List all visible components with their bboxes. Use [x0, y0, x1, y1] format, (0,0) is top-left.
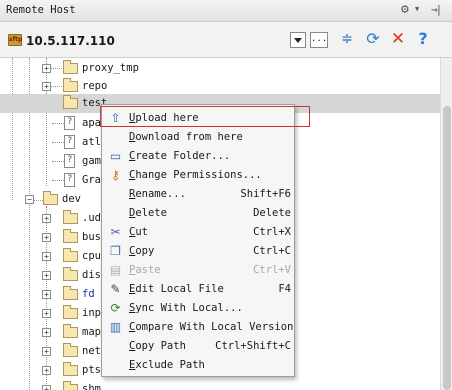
tree-label: cpu	[82, 250, 101, 262]
expand-icon[interactable]: +	[42, 366, 51, 375]
paste-icon: ▤	[109, 263, 122, 277]
menu-item-rename[interactable]: Rename... Shift+F6	[103, 185, 293, 204]
folder-icon	[63, 286, 78, 300]
edit-icon: ✎	[110, 282, 121, 296]
tree-label: dev	[62, 193, 81, 205]
menu-item-change-permissions[interactable]: ⚷ Change Permissions...	[103, 166, 293, 185]
copy-icon: ❐	[110, 244, 121, 258]
compare-icon: ▥	[109, 320, 122, 334]
host-name: 10.5.117.110	[26, 34, 115, 48]
scrollbar-thumb[interactable]	[443, 106, 451, 390]
menu-item-compare-with-local-version[interactable]: ▥ Compare With Local Version	[103, 318, 294, 337]
hide-panel-icon[interactable]: →|	[431, 3, 442, 16]
vertical-scrollbar[interactable]	[440, 58, 452, 390]
folder-icon	[63, 229, 78, 243]
cut-icon: ✂	[110, 225, 121, 239]
menu-item-paste[interactable]: ▤ Paste Ctrl+V	[103, 261, 293, 280]
shortcut-label: Ctrl+C	[253, 245, 291, 257]
tree-label: shm	[82, 383, 101, 390]
folder-icon	[43, 191, 58, 205]
file-icon	[64, 173, 75, 187]
tree-label: bus	[82, 231, 101, 243]
shortcut-label: Ctrl+V	[253, 264, 291, 276]
folder-icon	[63, 267, 78, 281]
folder-icon: ▭	[109, 149, 122, 163]
expand-icon[interactable]: +	[42, 214, 51, 223]
folder-icon	[63, 324, 78, 338]
tree-label: Gra	[82, 174, 101, 186]
expand-icon[interactable]: +	[42, 82, 51, 91]
menu-item-edit-local-file[interactable]: ✎ Edit Local File F4	[103, 280, 293, 299]
menu-item-sync-with-local[interactable]: ⟳ Sync With Local...	[103, 299, 293, 318]
file-icon	[64, 135, 75, 149]
context-menu: ⇧ Upload here Download from here ▭ Creat…	[101, 104, 295, 377]
tree-label: atl	[82, 136, 101, 148]
folder-icon	[63, 78, 78, 92]
file-icon	[64, 154, 75, 168]
remote-host-panel: Remote Host ⚙ ▼ →| sftp 10.5.117.110 ...…	[0, 0, 452, 390]
shortcut-label: Shift+F6	[240, 188, 291, 200]
expand-icon[interactable]: +	[42, 252, 51, 261]
close-icon[interactable]: ✕	[389, 30, 407, 48]
expand-icon[interactable]: +	[42, 385, 51, 390]
folder-icon	[63, 248, 78, 262]
sync-icon: ⟳	[110, 301, 121, 315]
folder-icon	[63, 95, 78, 109]
title-bar: Remote Host ⚙ ▼ →|	[0, 0, 452, 22]
expand-icon[interactable]: +	[42, 347, 51, 356]
host-bar: sftp 10.5.117.110 ... ≑ ⟳ ✕ ?	[0, 22, 452, 58]
tree-label: pts	[82, 364, 101, 376]
menu-item-copy-path[interactable]: Copy Path Ctrl+Shift+C	[103, 337, 293, 356]
menu-item-copy[interactable]: ❐ Copy Ctrl+C	[103, 242, 293, 261]
shortcut-label: F4	[278, 283, 291, 295]
menu-item-exclude-path[interactable]: Exclude Path	[103, 356, 293, 375]
menu-item-create-folder[interactable]: ▭ Create Folder...	[103, 147, 293, 166]
tree-label: fd	[82, 288, 95, 300]
tree-label: proxy_tmp	[82, 62, 139, 74]
folder-icon	[63, 60, 78, 74]
sync-icon[interactable]: ⟳	[364, 30, 382, 48]
tree-label: net	[82, 345, 101, 357]
collapse-all-icon[interactable]: ≑	[338, 30, 356, 48]
tree-label: inp	[82, 307, 101, 319]
expand-icon[interactable]: +	[42, 271, 51, 280]
tree-label: repo	[82, 80, 108, 92]
chevron-down-icon[interactable]: ▼	[415, 5, 419, 13]
file-icon	[64, 116, 75, 130]
tree-label: dis	[82, 269, 101, 281]
folder-icon	[63, 362, 78, 376]
tree-label: map	[82, 326, 101, 338]
shortcut-label: Ctrl+X	[253, 226, 291, 238]
tree-row[interactable]: + shm	[0, 380, 440, 390]
expand-icon[interactable]: +	[42, 328, 51, 337]
permissions-icon: ⚷	[111, 168, 120, 182]
tree-label: .ud	[82, 212, 101, 224]
folder-icon	[63, 381, 78, 390]
download-icon	[108, 130, 123, 145]
expand-icon[interactable]: +	[42, 233, 51, 242]
tree-label: gam	[82, 155, 101, 167]
folder-icon	[63, 210, 78, 224]
sftp-host-icon: sftp	[8, 34, 22, 46]
collapse-icon[interactable]: −	[25, 195, 34, 204]
more-button[interactable]: ...	[310, 32, 328, 48]
tree-row[interactable]: + proxy_tmp	[0, 59, 440, 78]
tree-label: apa	[82, 117, 101, 129]
shortcut-label: Delete	[253, 207, 291, 219]
expand-icon[interactable]: +	[42, 309, 51, 318]
help-icon[interactable]: ?	[414, 30, 432, 48]
expand-icon[interactable]: +	[42, 290, 51, 299]
folder-icon	[63, 305, 78, 319]
host-dropdown-button[interactable]	[290, 32, 306, 48]
folder-icon	[63, 343, 78, 357]
menu-item-delete[interactable]: Delete Delete	[103, 204, 293, 223]
shortcut-label: Ctrl+Shift+C	[215, 340, 291, 352]
menu-item-download-from-here[interactable]: Download from here	[103, 128, 293, 147]
gear-icon[interactable]: ⚙	[401, 2, 409, 17]
panel-title: Remote Host	[6, 4, 76, 16]
expand-icon[interactable]: +	[42, 64, 51, 73]
menu-item-cut[interactable]: ✂ Cut Ctrl+X	[103, 223, 293, 242]
highlight-box	[100, 106, 310, 127]
